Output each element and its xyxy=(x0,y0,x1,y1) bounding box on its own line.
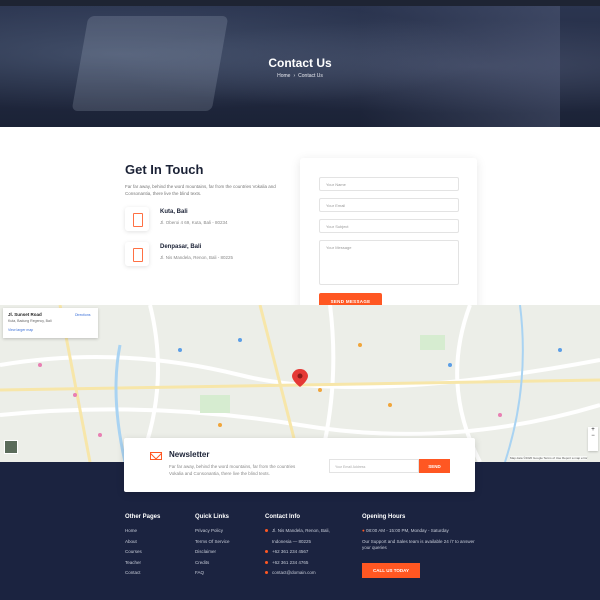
zoom-out-button[interactable]: − xyxy=(588,433,598,439)
footer-link-contact[interactable]: Contact xyxy=(125,570,160,581)
hours-value: 08:00 AM - 15:00 PM, Monday - Saturday xyxy=(365,528,449,533)
call-us-today-button[interactable]: CALL US TODAY xyxy=(362,563,420,578)
footer-link-about[interactable]: About xyxy=(125,539,160,550)
footer-other-pages: Other Pages Home About Courses Teacher C… xyxy=(125,514,160,581)
footer-heading: Opening Hours xyxy=(362,514,406,520)
footer-heading: Quick Links xyxy=(195,514,230,520)
footer-link-credits[interactable]: Credits xyxy=(195,560,230,571)
location-address: Jl. Oberoi 4 69, Kuta, Bali - 80234 xyxy=(160,220,228,225)
directions-link[interactable]: Directions xyxy=(75,313,91,317)
hero-banner: Contact Us Home › Contact Us xyxy=(0,6,600,127)
subject-field[interactable]: Your Subject xyxy=(319,219,459,233)
phone-icon xyxy=(265,550,268,553)
location-name: Kuta, Bali xyxy=(160,209,188,215)
building-icon xyxy=(125,207,149,231)
location-name: Denpasar, Bali xyxy=(160,244,202,250)
mail-icon xyxy=(265,571,268,574)
envelope-icon xyxy=(150,452,162,460)
contact-phone-2[interactable]: +62 361 234 4765 xyxy=(265,560,330,571)
location-denpasar: Denpasar, Bali Jl. Nis Mandela, Renon, B… xyxy=(125,240,275,272)
contact-phone-text: +62 361 234 4765 xyxy=(272,559,309,565)
footer-link-courses[interactable]: Courses xyxy=(125,549,160,560)
breadcrumb-separator: › xyxy=(293,73,296,79)
breadcrumb-current: Contact Us xyxy=(298,73,323,79)
newsletter-description: Far far away, behind the word mountains,… xyxy=(169,464,296,476)
footer-link-terms[interactable]: Terms Of Service xyxy=(195,539,230,550)
name-field[interactable]: Your Name xyxy=(319,177,459,191)
footer-link-faq[interactable]: FAQ xyxy=(195,570,230,581)
opening-hours-text: ● 08:00 AM - 15:00 PM, Monday - Saturday xyxy=(362,528,482,533)
footer-opening-hours: Opening Hours ● 08:00 AM - 15:00 PM, Mon… xyxy=(362,514,482,578)
map-zoom-control[interactable]: + − xyxy=(588,427,598,451)
footer-link-privacy[interactable]: Privacy Policy xyxy=(195,528,230,539)
newsletter-card: Newsletter Far far away, behind the word… xyxy=(124,438,475,492)
location-kuta: Kuta, Bali Jl. Oberoi 4 69, Kuta, Bali -… xyxy=(125,205,275,237)
contact-address-line1: Jl. Nis Mandela, Renon, Bali, xyxy=(265,528,330,539)
newsletter-title: Newsletter xyxy=(169,450,210,459)
footer-heading: Other Pages xyxy=(125,514,161,520)
location-address: Jl. Nis Mandela, Renon, Bali - 80225 xyxy=(160,255,234,260)
contact-address-text: Indonesia — 80225 xyxy=(272,538,312,544)
footer-contact-info: Contact Info Jl. Nis Mandela, Renon, Bal… xyxy=(265,514,330,581)
breadcrumb: Home › Contact Us xyxy=(0,73,600,79)
clock-icon: ● xyxy=(362,528,365,533)
contact-form: Your Name Your Email Your Subject Your M… xyxy=(300,158,477,328)
contact-address-text: Jl. Nis Mandela, Renon, Bali, xyxy=(272,528,330,533)
contact-phone-text: +62 361 234 4567 xyxy=(272,549,309,554)
newsletter-email-input[interactable]: Your Email Address xyxy=(329,459,419,473)
phone-icon xyxy=(265,560,268,564)
footer-link-home[interactable]: Home xyxy=(125,528,160,539)
footer-heading: Contact Info xyxy=(265,514,300,520)
map-place-subtitle: Kuta, Badung Regency, Bali xyxy=(8,319,52,323)
footer-quick-links: Quick Links Privacy Policy Terms Of Serv… xyxy=(195,514,230,581)
view-larger-map-link[interactable]: View larger map xyxy=(8,328,33,332)
map-place-card: Jl. Sunset Road Kuta, Badung Regency, Ba… xyxy=(3,308,98,338)
contact-email[interactable]: contact@domain.com xyxy=(265,570,330,581)
map-place-title: Jl. Sunset Road xyxy=(8,312,42,317)
get-in-touch-description: Far far away, behind the word mountains,… xyxy=(125,184,276,196)
get-in-touch-title: Get In Touch xyxy=(125,162,204,177)
footer-link-disclaimer[interactable]: Disclaimer xyxy=(195,549,230,560)
breadcrumb-home[interactable]: Home xyxy=(277,73,290,79)
page-title: Contact Us xyxy=(268,56,332,70)
map-pin-icon xyxy=(265,529,268,532)
contact-address-line2: Indonesia — 80225 xyxy=(265,539,330,550)
building-icon xyxy=(125,242,149,266)
support-description: Our Support and Sales team is available … xyxy=(362,539,475,550)
contact-phone-1[interactable]: +62 361 234 4567 xyxy=(265,549,330,560)
message-field[interactable]: Your Message xyxy=(319,240,459,285)
contact-email-text: contact@domain.com xyxy=(272,570,316,575)
map-attribution: Map data ©2020 Google Terms of Use Repor… xyxy=(510,456,588,460)
map-satellite-toggle[interactable] xyxy=(4,440,18,454)
email-field[interactable]: Your Email xyxy=(319,198,459,212)
footer-link-teacher[interactable]: Teacher xyxy=(125,560,160,571)
newsletter-send-button[interactable]: SEND xyxy=(419,459,450,473)
